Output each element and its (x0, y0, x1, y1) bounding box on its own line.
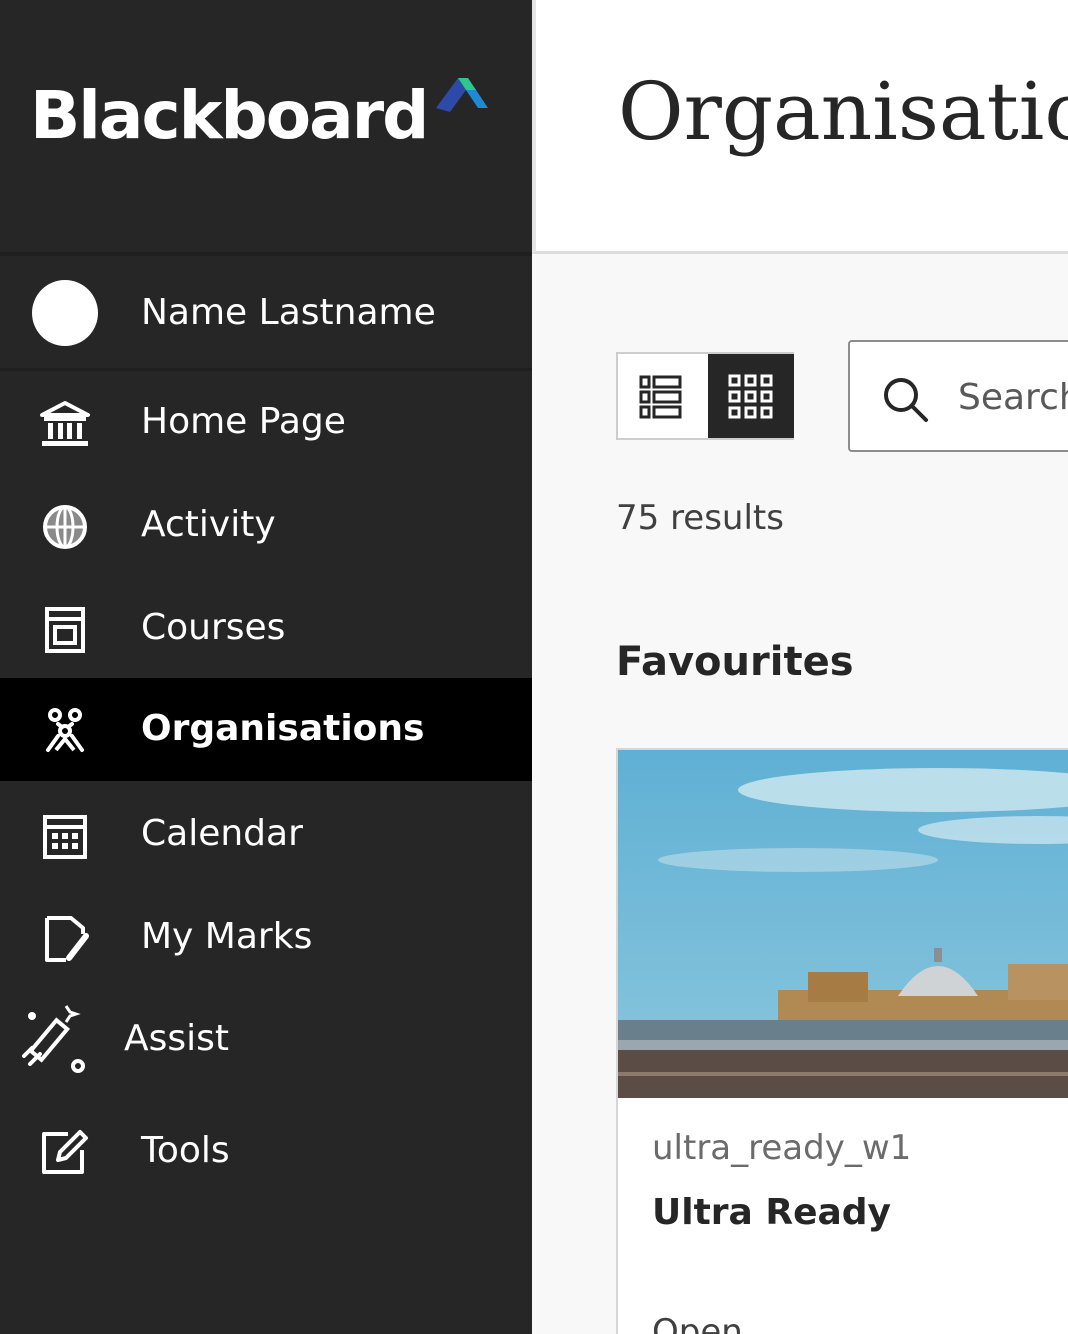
sidebar-item-label: Calendar (141, 813, 303, 854)
section-heading-favourites: Favourites (616, 639, 854, 685)
search-icon (884, 378, 928, 422)
results-count: 75 results (616, 498, 784, 538)
assist-icon (22, 1005, 85, 1073)
blackboard-logo-mark-icon (436, 78, 488, 112)
sidebar-item-tools[interactable]: Tools (0, 1100, 532, 1203)
sidebar-item-label: Home Page (141, 401, 346, 442)
sidebar-item-label: Organisations (141, 708, 425, 749)
sidebar-item-my-marks[interactable]: My Marks (0, 886, 532, 989)
card-status: Open (652, 1312, 743, 1334)
sidebar-item-label: Activity (141, 504, 276, 545)
card-course-id: ultra_ready_w1 (652, 1128, 912, 1168)
calendar-icon (43, 815, 87, 859)
blackboard-logo[interactable]: Blackboard (30, 76, 429, 156)
sidebar-item-label: Courses (141, 607, 286, 648)
list-view-button[interactable] (618, 354, 708, 438)
organisations-icon (46, 708, 84, 752)
sidebar-item-activity[interactable]: Activity (0, 474, 532, 577)
courses-icon (45, 607, 85, 653)
logo-area: Blackboard (0, 0, 532, 256)
avatar (32, 280, 98, 346)
sidebar-item-label: My Marks (141, 916, 313, 957)
list-view-icon (639, 375, 682, 419)
institution-icon (40, 401, 90, 446)
view-toggle (616, 352, 794, 440)
sidebar-item-organisations[interactable]: Organisations (0, 678, 532, 781)
search-input[interactable] (958, 370, 1068, 424)
sidebar-item-assist[interactable]: Assist (0, 992, 532, 1095)
sidebar-item-label: Assist (124, 1018, 230, 1059)
card-title[interactable]: Ultra Ready (652, 1188, 891, 1238)
sidebar-item-calendar[interactable]: Calendar (0, 783, 532, 886)
tools-icon (42, 1130, 88, 1174)
sidebar-item-home-page[interactable]: Home Page (0, 371, 532, 474)
sidebar: Blackboard Name Lastname Home Page Activ… (0, 0, 532, 1334)
main-content: Organisations (532, 0, 1068, 1334)
sidebar-item-label: Tools (141, 1130, 230, 1171)
card-cover-image (618, 750, 1068, 1098)
page-title: Organisations (618, 65, 1068, 158)
organisation-card[interactable]: ultra_ready_w1 Ultra Ready Open (616, 748, 1068, 1334)
marks-icon (45, 916, 89, 962)
globe-icon (43, 505, 87, 549)
sidebar-item-courses[interactable]: Courses (0, 577, 532, 680)
grid-view-icon (728, 374, 773, 419)
page-header: Organisations (532, 0, 1068, 254)
user-name: Name Lastname (141, 292, 436, 333)
grid-view-button[interactable] (708, 354, 794, 438)
search-box (848, 340, 1068, 452)
user-profile-link[interactable]: Name Lastname (0, 256, 532, 371)
